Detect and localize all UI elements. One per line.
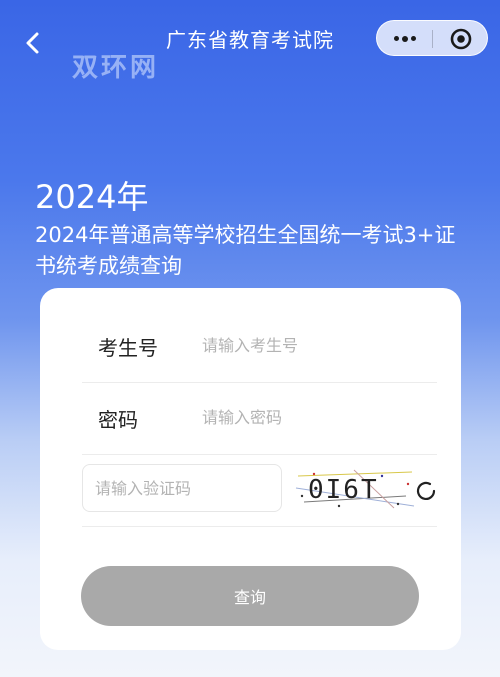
exam-number-label: 考生号 (98, 336, 158, 360)
captcha-row: 0I6T (82, 454, 437, 527)
captcha-image[interactable]: 0I6T (294, 466, 416, 510)
query-form-card: 考生号 密码 0I6T 查询 (40, 288, 461, 650)
captcha-code: 0I6T (308, 475, 379, 505)
watermark-logo: 双环网 (72, 53, 160, 83)
year-heading: 2024年 (35, 178, 149, 216)
refresh-icon[interactable] (412, 477, 440, 505)
target-circle-icon[interactable] (433, 21, 489, 57)
exam-subtitle: 2024年普通高等学校招生全国统一考试3+证书统考成绩查询 (35, 223, 456, 278)
password-row: 密码 (82, 382, 437, 455)
more-dots-icon[interactable] (377, 21, 433, 57)
mini-program-capsule (376, 20, 488, 56)
password-input[interactable] (202, 400, 422, 434)
exam-number-input[interactable] (202, 328, 422, 362)
password-label: 密码 (98, 408, 138, 432)
captcha-input[interactable] (82, 464, 282, 512)
query-button[interactable]: 查询 (81, 566, 419, 626)
exam-number-row: 考生号 (82, 310, 437, 383)
